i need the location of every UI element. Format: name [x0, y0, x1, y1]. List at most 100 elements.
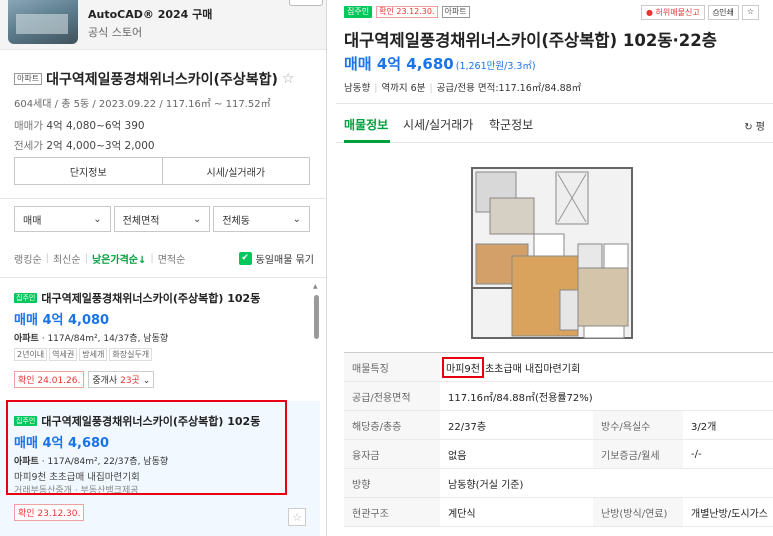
- tab-price-history[interactable]: 시세/실거래가: [403, 116, 473, 133]
- report-label: 허위매물신고: [655, 8, 700, 17]
- row-value: 개별난방/도시가스: [691, 508, 768, 520]
- detail-tags: 집주인 확인 23.12.30. 아파트: [344, 6, 470, 18]
- broker-dropdown[interactable]: 중개사 23곳 ⌄: [88, 371, 155, 388]
- row-label: 난방(방식/연료): [593, 498, 683, 526]
- table-row: 공급/전용면적 117.16㎡/84.88㎡(전용률72%): [344, 382, 773, 411]
- app-root: AutoCAD® 2024 구매 공식 스토어 아파트 대구역제일풍경채위너스카이…: [0, 0, 773, 536]
- print-label: 인쇄: [719, 8, 734, 17]
- detail-price: 매매 4억 4,680 (1,261만원/3.3㎡): [344, 53, 536, 74]
- sort-low-price[interactable]: 낮은가격순↓: [92, 251, 146, 266]
- row-value: 117.16㎡/84.88㎡(전용률72%): [448, 392, 593, 404]
- scrollbar-thumb[interactable]: [314, 295, 319, 339]
- same-listing-label: 동일매물 묶기: [255, 254, 314, 266]
- table-row: 해당층/총층 22/37층 방수/욕실수 3/2개: [344, 411, 773, 440]
- row-value: 계단식: [448, 508, 476, 520]
- ad-subtitle: 공식 스토어: [88, 26, 143, 39]
- feature-chip: 방세개: [79, 348, 108, 361]
- detail-actions: ● 허위매물신고 ⎙인쇄 ☆: [640, 5, 759, 20]
- price-history-button[interactable]: 시세/실거래가: [161, 158, 310, 184]
- area-select[interactable]: 전체면적 ⌄: [113, 206, 211, 232]
- confirm-row: 확인 24.01.26. 중개사 23곳 ⌄: [14, 371, 320, 388]
- same-listing-toggle[interactable]: ✔ 동일매물 묶기: [238, 251, 314, 266]
- row-label: 방향: [344, 469, 440, 497]
- trade-type-select[interactable]: 매매 ⌄: [14, 206, 111, 232]
- listing-item[interactable]: 집주인 대구역제일풍경채위너스카이(주상복합) 102동 매매 4억 4,080…: [0, 290, 320, 402]
- ad-banner[interactable]: AutoCAD® 2024 구매 공식 스토어: [0, 0, 326, 50]
- table-row: 방향 남동향(거실 기준): [344, 469, 773, 498]
- ad-title[interactable]: AutoCAD® 2024 구매: [88, 6, 212, 22]
- feature-chip: 2년이내: [14, 348, 48, 361]
- chevron-down-icon: ⌄: [142, 376, 151, 386]
- table-row: 융자금 없음 기보증금/월세 -/-: [344, 440, 773, 469]
- detail-spec-area: 공급/전용 면적:117.16㎡/84.88㎡: [436, 83, 582, 94]
- owner-tag: 집주인: [14, 293, 38, 303]
- confirm-row: 확인 23.12.30.: [14, 504, 320, 521]
- sort-latest[interactable]: 최신순: [53, 251, 81, 266]
- confirm-date: 확인 23.12.30.: [14, 504, 85, 521]
- confirm-date: 확인 24.01.26.: [14, 371, 85, 388]
- detail-spec-station: 역까지 6분: [381, 83, 426, 94]
- lease-price-label: 전세가: [14, 139, 43, 152]
- unit-toggle-label: 평: [755, 122, 765, 133]
- chevron-down-icon: ⌄: [292, 213, 302, 225]
- row-label: 현관구조: [344, 498, 440, 526]
- lease-price-range: 전세가 2억 4,000~3억 2,000: [14, 138, 319, 153]
- star-icon: ☆: [746, 7, 754, 16]
- listing-header: 집주인 대구역제일풍경채위너스카이(주상복합) 102동: [14, 290, 320, 306]
- print-button[interactable]: ⎙인쇄: [707, 5, 739, 20]
- detail-price-value: 매매 4억 4,680: [344, 55, 454, 73]
- row-label: 해당층/총층: [344, 411, 440, 439]
- complex-tabs: 단지정보 시세/실거래가: [14, 157, 310, 185]
- row-value: 없음: [448, 450, 467, 462]
- divider: [0, 198, 326, 199]
- divider: [0, 277, 326, 278]
- report-button[interactable]: ● 허위매물신고: [640, 5, 705, 20]
- owner-tag: 집주인: [344, 6, 373, 18]
- favorite-button[interactable]: ☆: [741, 5, 759, 20]
- checkbox-checked-icon[interactable]: ✔: [238, 251, 252, 265]
- highlighted-feature: 마피9천: [442, 356, 484, 378]
- tab-school-info[interactable]: 학군정보: [489, 116, 533, 133]
- row-label: 공급/전용면적: [344, 382, 440, 410]
- building-select[interactable]: 전체동 ⌄: [213, 206, 311, 232]
- complex-info: 604세대 / 총 5동 / 2023.09.22 / 117.16㎡ ~ 11…: [14, 98, 271, 110]
- sale-price-label: 매매가: [14, 119, 43, 132]
- complex-info-button[interactable]: 단지정보: [15, 158, 162, 184]
- lease-price-value: 2억 4,000~3억 2,000: [46, 139, 155, 152]
- complex-name: 대구역제일풍경채위너스카이(주상복합): [46, 71, 278, 88]
- tab-listing-info[interactable]: 매물정보: [344, 116, 388, 133]
- row-value: 22/37층: [448, 421, 487, 433]
- trade-type-value: 매매: [23, 215, 42, 227]
- unit-price: (1,261만원/3.3㎡): [455, 61, 536, 72]
- ad-thumbnail[interactable]: [8, 0, 78, 44]
- ad-badge: [289, 0, 323, 6]
- detail-spec: 남동향 | 역까지 6분 | 공급/전용 면적:117.16㎡/84.88㎡: [344, 83, 582, 94]
- row-label: 기보증금/월세: [593, 440, 683, 468]
- favorite-star-icon[interactable]: ☆: [288, 508, 306, 526]
- active-tab-indicator: [344, 140, 390, 143]
- complex-summary: 아파트 대구역제일풍경채위너스카이(주상복합) ☆ 604세대 / 총 5동 / 2…: [14, 68, 319, 153]
- scroll-up-arrow-icon[interactable]: ▲: [313, 283, 318, 290]
- sale-price-value: 4억 4,080~6억 390: [46, 119, 145, 132]
- property-type-tag: 아파트: [441, 6, 470, 18]
- sort-bar: 랭킹순 | 최신순 | 낮은가격순↓ | 면적순 ✔ 동일매물 묶기: [14, 251, 314, 266]
- favorite-star-icon[interactable]: ☆: [282, 71, 295, 87]
- sort-ranking[interactable]: 랭킹순: [14, 251, 42, 266]
- sort-area[interactable]: 면적순: [158, 251, 186, 266]
- listing-name[interactable]: 대구역제일풍경채위너스카이(주상복합) 102동: [41, 290, 260, 306]
- confirm-date: 확인 23.12.30.: [376, 6, 438, 18]
- complex-type-tag: 아파트: [14, 72, 43, 85]
- sale-price-range: 매매가 4억 4,080~6억 390: [14, 118, 319, 133]
- row-label: 융자금: [344, 440, 440, 468]
- chevron-down-icon: ⌄: [192, 213, 202, 225]
- floor-plan-image[interactable]: [454, 148, 654, 348]
- detail-title: 대구역제일풍경채위너스카이(주상복합) 102동·22층: [344, 31, 717, 50]
- listing-spec-text: 117A/84m², 14/37층, 남동향: [47, 334, 169, 344]
- row-value: -/-: [691, 448, 702, 460]
- filter-bar: 매매 ⌄ 전체면적 ⌄ 전체동 ⌄: [14, 206, 311, 232]
- refresh-icon: ↻: [744, 122, 753, 133]
- listing-detail-table: 매물특징 마피9천 초초급매 내집마련기회 공급/전용면적 117.16㎡/84.…: [344, 352, 773, 527]
- broker-count: 23곳: [120, 376, 140, 386]
- building-value: 전체동: [222, 215, 250, 227]
- unit-toggle-button[interactable]: ↻ 평: [744, 118, 765, 133]
